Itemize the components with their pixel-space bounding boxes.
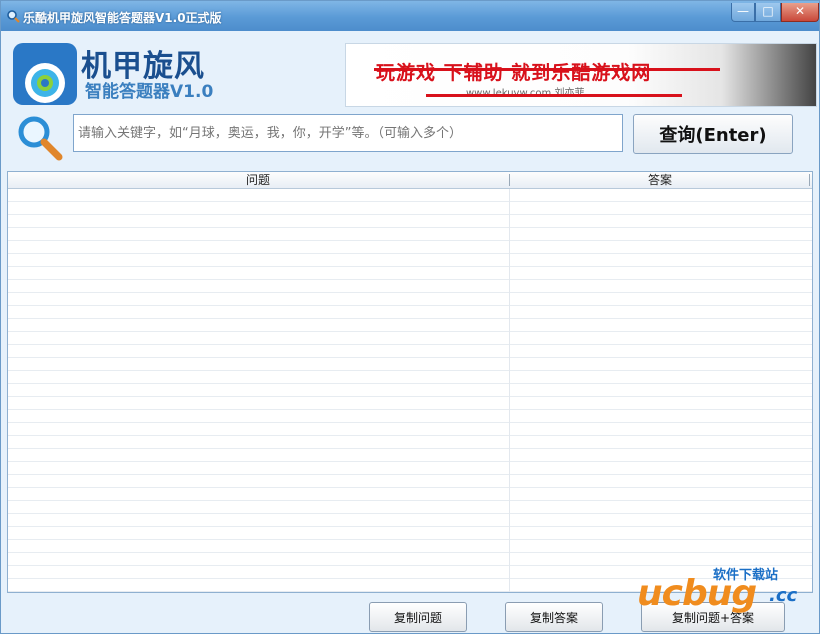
close-button[interactable]: ✕ bbox=[781, 3, 819, 22]
search-input[interactable] bbox=[73, 114, 623, 152]
column-divider[interactable] bbox=[809, 174, 810, 186]
watermark-logo: ucbug bbox=[637, 573, 757, 614]
logo-subtitle: 智能答题器V1.0 bbox=[85, 82, 214, 102]
banner-text: 玩游戏 下辅助 就到乐酷游戏网 bbox=[376, 62, 652, 84]
app-window: 乐酷机甲旋风智能答题器V1.0正式版 — □ ✕ 机甲旋风 智能答题器V1.0 … bbox=[0, 0, 820, 634]
table-body[interactable] bbox=[8, 189, 812, 592]
window-title: 乐酷机甲旋风智能答题器V1.0正式版 bbox=[23, 11, 222, 25]
minimize-button[interactable]: — bbox=[731, 3, 755, 22]
banner-strike-line bbox=[426, 94, 682, 97]
magnifier-icon bbox=[7, 10, 20, 23]
magnifier-icon bbox=[18, 116, 63, 161]
table-header: 问题 答案 bbox=[8, 172, 812, 189]
maximize-button[interactable]: □ bbox=[755, 3, 781, 22]
column-gridline bbox=[509, 189, 510, 592]
ad-banner[interactable]: 玩游戏 下辅助 就到乐酷游戏网 www.lekuvw.com 刘亦菲 bbox=[345, 43, 817, 107]
query-button[interactable]: 查询(Enter) bbox=[633, 114, 793, 154]
banner-strike-line bbox=[374, 68, 720, 71]
watermark-domain: .cc bbox=[769, 585, 798, 606]
results-table[interactable]: 问题 答案 bbox=[7, 171, 813, 593]
copy-question-button[interactable]: 复制问题 bbox=[369, 602, 467, 632]
copy-answer-button[interactable]: 复制答案 bbox=[505, 602, 603, 632]
title-bar[interactable]: 乐酷机甲旋风智能答题器V1.0正式版 — □ ✕ bbox=[1, 1, 819, 31]
column-header-answer[interactable]: 答案 bbox=[510, 172, 810, 188]
column-header-question[interactable]: 问题 bbox=[8, 172, 508, 188]
